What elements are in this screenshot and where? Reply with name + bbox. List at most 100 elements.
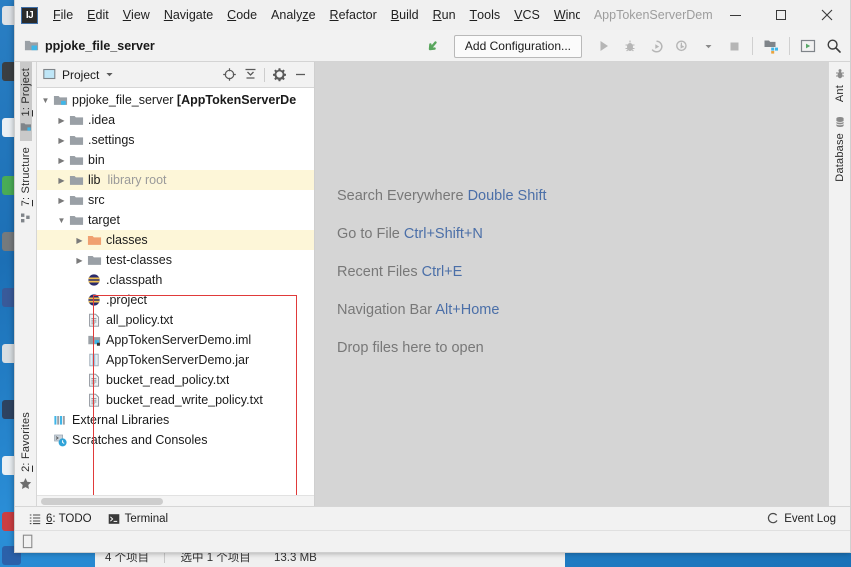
vcs-update-button[interactable] xyxy=(426,37,444,55)
expand-arrow-icon[interactable]: ▼ xyxy=(39,96,52,105)
right-tool-strip: Ant Database xyxy=(828,62,850,506)
tree-row-jar[interactable]: AppTokenServerDemo.jar xyxy=(37,350,314,370)
run-with-coverage-button[interactable] xyxy=(644,34,668,58)
sidebar-item-ant[interactable]: Ant xyxy=(834,62,846,110)
run-config-dropdown[interactable] xyxy=(696,34,720,58)
select-opened-file-button[interactable] xyxy=(219,65,239,85)
stop-button[interactable] xyxy=(722,34,746,58)
tree-row-lib[interactable]: ▶ lib library root xyxy=(37,170,314,190)
expand-arrow-icon[interactable]: ▶ xyxy=(73,236,86,245)
expand-arrow-icon[interactable]: ▶ xyxy=(55,156,68,165)
text-file-icon xyxy=(86,393,102,407)
run-button[interactable] xyxy=(592,34,616,58)
libraries-icon xyxy=(52,413,68,427)
tree-row-label: bucket_read_write_policy.txt xyxy=(106,393,263,407)
tree-row-bucket-read-policy[interactable]: bucket_read_policy.txt xyxy=(37,370,314,390)
close-button[interactable] xyxy=(804,0,850,30)
tree-row-bin[interactable]: ▶ bin xyxy=(37,150,314,170)
expand-arrow-icon[interactable]: ▶ xyxy=(73,256,86,265)
text-file-icon xyxy=(86,313,102,327)
project-tree: ▼ ppjoke_file_server [AppTokenServerDe ▶ xyxy=(37,88,314,495)
sidebar-item-database[interactable]: Database xyxy=(834,110,846,190)
structure-grid-icon xyxy=(20,213,30,223)
tree-row-src[interactable]: ▶ src xyxy=(37,190,314,210)
tree-row-project-file[interactable]: .project xyxy=(37,290,314,310)
tree-row-settings[interactable]: ▶ .settings xyxy=(37,130,314,150)
menu-edit[interactable]: Edit xyxy=(80,0,116,30)
menu-navigate[interactable]: Navigate xyxy=(157,0,220,30)
profile-button[interactable] xyxy=(670,34,694,58)
menu-refactor[interactable]: Refactor xyxy=(323,0,384,30)
intellij-logo-icon: IJ xyxy=(21,6,38,24)
expand-arrow-icon[interactable]: ▶ xyxy=(55,176,68,185)
sidebar-item-favorites[interactable]: 2: Favorites xyxy=(19,406,32,498)
tree-row-scratches[interactable]: Scratches and Consoles xyxy=(37,430,314,450)
menu-vcs[interactable]: V CS xyxy=(507,0,547,30)
folder-icon xyxy=(68,153,84,168)
terminal-icon xyxy=(108,513,119,524)
database-icon xyxy=(835,117,844,128)
title-bar: IJ File Edit View Navigate Code Analy z e … xyxy=(15,0,850,30)
tree-row-label: all_policy.txt xyxy=(106,313,174,327)
tree-row-label: src xyxy=(88,193,105,207)
project-tool-window: Project ▼ ppjoke_file_server [AppTokenSe… xyxy=(37,62,315,506)
project-tree-scroll[interactable]: ▼ ppjoke_file_server [AppTokenServerDe ▶ xyxy=(37,88,314,495)
profile-clock-icon xyxy=(675,40,687,51)
tree-row-classes[interactable]: ▶ classes xyxy=(37,230,314,250)
tree-row-bucket-read-write-policy[interactable]: bucket_read_write_policy.txt xyxy=(37,390,314,410)
breadcrumb[interactable]: ppjoke_file_server xyxy=(24,38,155,53)
bottom-tab-terminal[interactable]: Terminal xyxy=(100,509,176,529)
editor-area[interactable]: Search Everywhere Double Shift Go to Fil… xyxy=(315,62,828,506)
editor-hints: Search Everywhere Double Shift Go to Fil… xyxy=(337,188,547,356)
project-panel-horizontal-scrollbar[interactable] xyxy=(37,495,314,506)
expand-arrow-icon[interactable]: ▼ xyxy=(55,216,68,225)
tree-row-iml[interactable]: AppTokenServerDemo.iml xyxy=(37,330,314,350)
maximize-icon xyxy=(776,10,786,20)
scrollbar-thumb[interactable] xyxy=(41,498,163,505)
tree-row-project-root[interactable]: ▼ ppjoke_file_server [AppTokenServerDe xyxy=(37,90,314,110)
expand-arrow-icon[interactable]: ▶ xyxy=(55,116,68,125)
panel-settings-button[interactable] xyxy=(269,65,289,85)
folder-icon xyxy=(68,213,84,228)
eclipse-file-icon xyxy=(86,273,102,287)
maximize-button[interactable] xyxy=(758,0,804,30)
jar-archive-icon xyxy=(86,353,102,367)
menu-window[interactable]: Windo xyxy=(547,0,580,30)
menu-build[interactable]: Build xyxy=(384,0,426,30)
select-run-config-button[interactable] xyxy=(796,34,820,58)
tree-row-target[interactable]: ▼ target xyxy=(37,210,314,230)
debug-button[interactable] xyxy=(618,34,642,58)
search-everywhere-button[interactable] xyxy=(822,34,846,58)
sidebar-item-structure[interactable]: 7: Structure xyxy=(20,141,32,231)
project-structure-button[interactable] xyxy=(759,34,783,58)
memory-indicator-icon[interactable] xyxy=(22,534,35,549)
folder-icon xyxy=(68,193,84,208)
collapse-all-button[interactable] xyxy=(240,65,260,85)
menu-analyze[interactable]: Analy z e xyxy=(264,0,322,30)
left-tool-strip: 1: Project 7: Structure 2: Favorites xyxy=(15,62,37,506)
tree-row-external-libraries[interactable]: External Libraries xyxy=(37,410,314,430)
project-panel-actions xyxy=(219,65,310,85)
hint-shortcut: Ctrl+E xyxy=(421,264,463,280)
minimize-button[interactable] xyxy=(712,0,758,30)
tree-row-idea[interactable]: ▶ .idea xyxy=(37,110,314,130)
sidebar-item-project[interactable]: 1: Project xyxy=(19,62,32,142)
menu-tools[interactable]: Tools xyxy=(463,0,508,30)
menu-view[interactable]: View xyxy=(116,0,157,30)
coverage-icon xyxy=(651,39,663,53)
expand-arrow-icon[interactable]: ▶ xyxy=(55,136,68,145)
event-log-button[interactable]: Event Log xyxy=(758,509,844,529)
add-configuration-button[interactable]: Add Configuration... xyxy=(453,34,582,58)
menu-file[interactable]: File xyxy=(46,0,80,30)
hint-shortcut: Alt+Home xyxy=(435,302,500,318)
tree-row-all-policy[interactable]: all_policy.txt xyxy=(37,310,314,330)
hide-panel-button[interactable] xyxy=(290,65,310,85)
expand-arrow-icon[interactable]: ▶ xyxy=(55,196,68,205)
tree-row-test-classes[interactable]: ▶ test-classes xyxy=(37,250,314,270)
menu-code[interactable]: Code xyxy=(220,0,264,30)
tree-row-classpath[interactable]: .classpath xyxy=(37,270,314,290)
ide-window: IJ File Edit View Navigate Code Analy z e … xyxy=(14,0,851,553)
bottom-tab-todo[interactable]: 6: TODO xyxy=(21,509,100,529)
project-view-dropdown[interactable] xyxy=(105,70,114,79)
menu-run[interactable]: Run xyxy=(426,0,463,30)
